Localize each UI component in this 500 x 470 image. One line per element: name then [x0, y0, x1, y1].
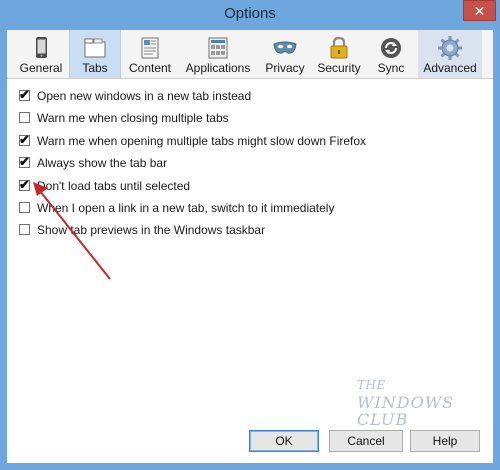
- watermark-line-2: WINDOWS CLUB: [357, 393, 455, 429]
- window-title: Options: [224, 5, 276, 22]
- watermark-line-1: THE: [357, 378, 386, 392]
- ok-button[interactable]: OK: [249, 430, 319, 452]
- dialog-client-area: General Tabs Content Applications Privac…: [7, 30, 493, 463]
- title-bar[interactable]: Options ✕: [0, 0, 500, 30]
- close-icon: ✕: [473, 3, 486, 19]
- options-window: Options ✕ General Tabs Content Applicati…: [0, 0, 500, 470]
- cancel-button[interactable]: Cancel: [329, 430, 403, 452]
- close-button[interactable]: ✕: [463, 0, 496, 21]
- help-button[interactable]: Help: [410, 430, 480, 452]
- watermark-logo: THE WINDOWS CLUB: [357, 377, 487, 428]
